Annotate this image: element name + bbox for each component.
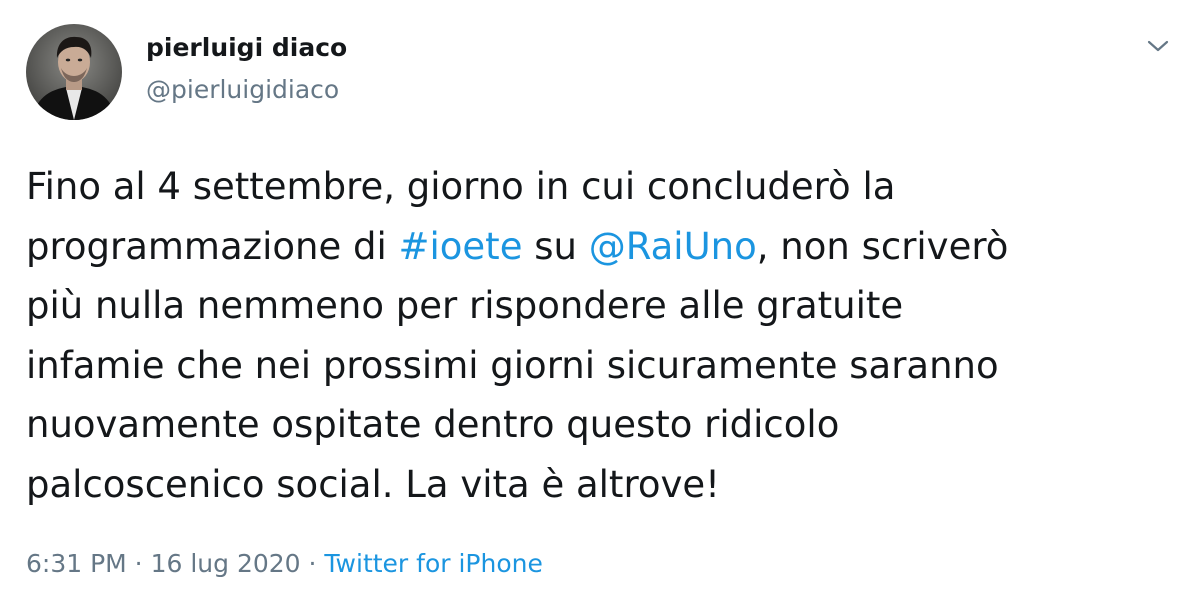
tweet-text-segment: Fino al 4 settembre, giorno in cui concl…	[26, 165, 896, 208]
avatar-image	[26, 24, 122, 120]
tweet-text-segment: più nulla nemmeno per rispondere alle gr…	[26, 284, 904, 327]
tweet-text-line: Fino al 4 settembre, giorno in cui concl…	[26, 157, 1176, 217]
more-options-button[interactable]	[1140, 30, 1176, 62]
tweet-text-segment: programmazione di	[26, 224, 399, 268]
tweet-source-link[interactable]: Twitter for iPhone	[324, 549, 542, 578]
tweet-text-segment: , non scriverò	[756, 224, 1009, 268]
chevron-down-icon	[1147, 40, 1169, 52]
tweet-text-line: programmazione di #ioete su @RaiUno, non…	[26, 217, 1176, 277]
tweet-text-segment: infamie che nei prossimi giorni sicurame…	[26, 343, 999, 387]
tweet-text-segment: nuovamente ospitate dentro questo ridico…	[26, 403, 840, 446]
tweet-meta: 6:31 PM · 16 lug 2020 · Twitter for iPho…	[26, 548, 543, 580]
user-handle[interactable]: @pierluigidiaco	[146, 75, 339, 105]
hashtag-link[interactable]: #ioete	[399, 225, 523, 268]
mention-link[interactable]: @RaiUno	[589, 225, 757, 268]
separator-dot: ·	[300, 549, 325, 578]
tweet-date[interactable]: 16 lug 2020	[151, 549, 301, 578]
tweet-text-segment: palcoscenico social. La vita è altrove!	[26, 462, 720, 506]
avatar[interactable]	[26, 24, 122, 120]
user-display-name[interactable]: pierluigi diaco	[146, 33, 347, 63]
tweet-text-segment: su	[522, 224, 589, 268]
tweet-text-line: nuovamente ospitate dentro questo ridico…	[26, 395, 1176, 455]
tweet-time[interactable]: 6:31 PM	[26, 549, 127, 578]
tweet-text-line: palcoscenico social. La vita è altrove!	[26, 455, 1176, 515]
tweet-text: Fino al 4 settembre, giorno in cui concl…	[26, 157, 1176, 514]
tweet-text-line: più nulla nemmeno per rispondere alle gr…	[26, 276, 1176, 336]
tweet-card: pierluigi diaco @pierluigidiaco Fino al …	[0, 0, 1200, 600]
separator-dot: ·	[126, 549, 151, 578]
tweet-text-line: infamie che nei prossimi giorni sicurame…	[26, 336, 1176, 396]
